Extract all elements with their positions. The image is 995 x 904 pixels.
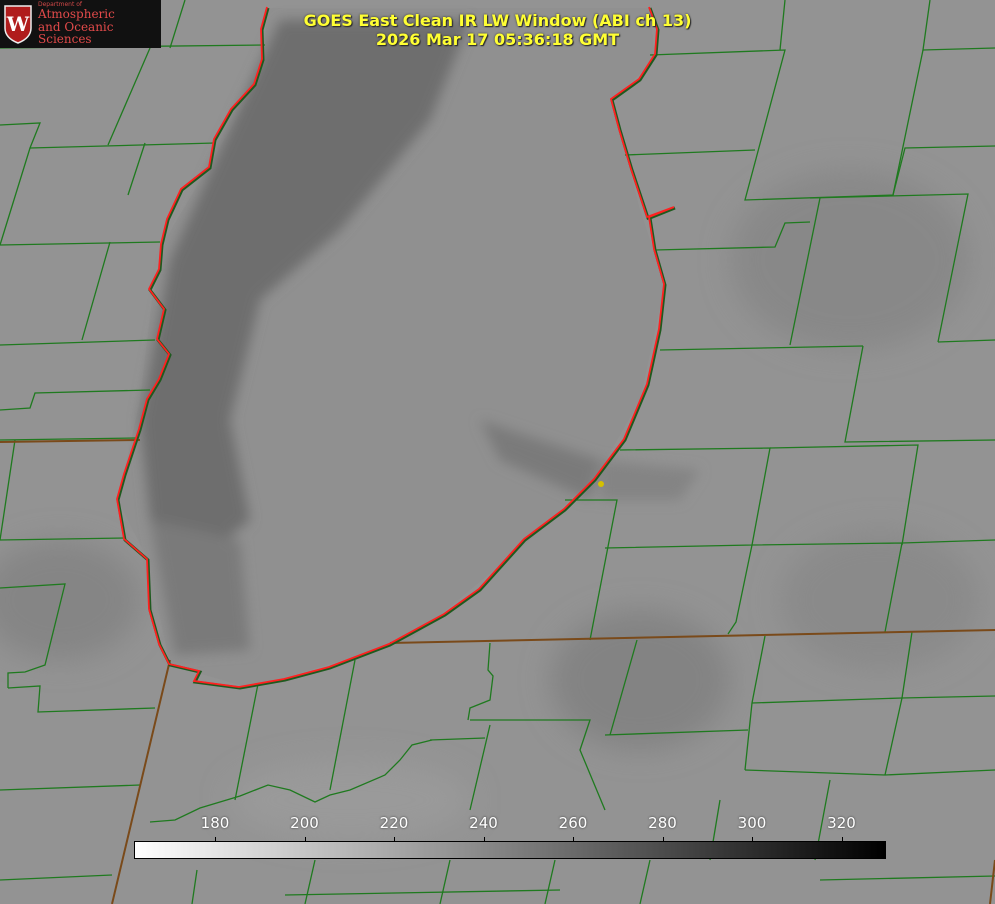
uwaos-logo: W Department of Atmospheric and Oceanic … xyxy=(0,0,161,48)
svg-text:W: W xyxy=(6,12,30,36)
title-product: GOES East Clean IR LW Window (ABI ch 13) xyxy=(303,11,692,30)
location-marker[interactable] xyxy=(598,481,604,487)
logo-line1: Atmospheric xyxy=(38,7,115,22)
ir-satellite-map[interactable] xyxy=(0,0,995,904)
image-title: GOES East Clean IR LW Window (ABI ch 13)… xyxy=(290,11,705,49)
logo-line2: and Oceanic Sciences xyxy=(38,19,114,47)
title-timestamp: 2026 Mar 17 05:36:18 GMT xyxy=(375,30,620,49)
uw-crest-icon: W xyxy=(3,4,33,44)
